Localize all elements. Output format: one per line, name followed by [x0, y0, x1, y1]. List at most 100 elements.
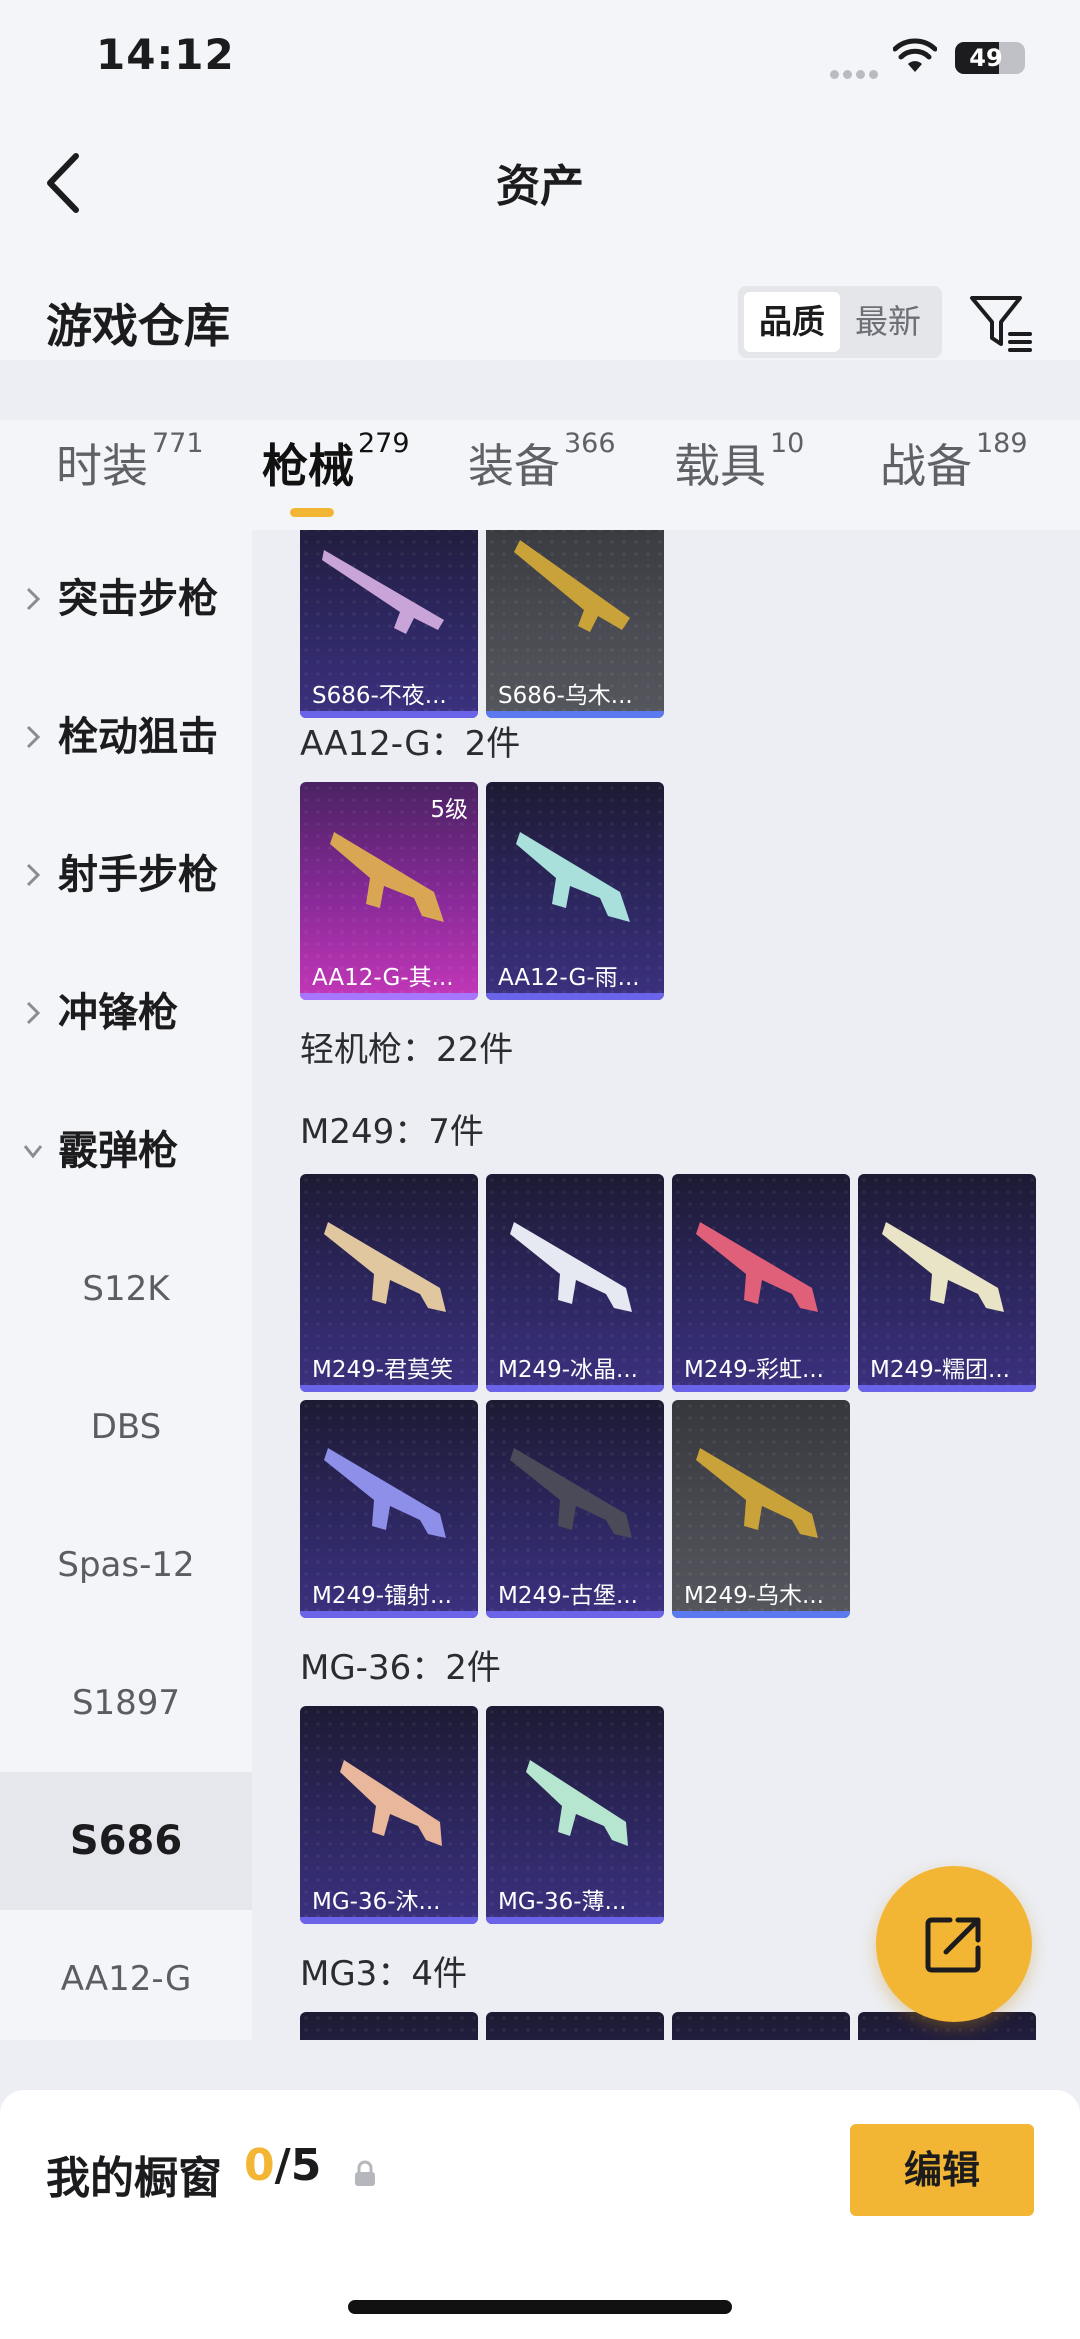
weapon-card[interactable] [486, 2012, 664, 2040]
weapon-card-name: S686-不夜... [312, 683, 447, 709]
home-indicator [348, 2300, 732, 2314]
machine-gun-icon [882, 1222, 1004, 1312]
group-title: MG3：4件 [300, 1954, 467, 1994]
weapon-card-name: M249-乌木... [684, 1583, 824, 1609]
weapon-card-name: M249-君莫笑 [312, 1357, 454, 1383]
machine-gun-icon [696, 1448, 818, 1538]
weapon-card[interactable]: M249-糯团... [858, 1174, 1036, 1392]
weapon-card[interactable]: M249-乌木... [672, 1400, 850, 1618]
shotgun-icon [514, 540, 630, 632]
machine-gun-icon [324, 1448, 446, 1538]
sidebar-item-assault-rifle[interactable]: 突击步枪 [0, 530, 252, 668]
sidebar-subitem-label: S686 [69, 1818, 183, 1864]
sidebar-item-label: 突击步枪 [58, 576, 218, 622]
machine-gun-icon [510, 1222, 632, 1312]
group-title: AA12-G：2件 [300, 724, 521, 764]
showcase-total: /5 [274, 2140, 322, 2191]
sort-newest-button[interactable]: 最新 [840, 292, 936, 352]
sidebar-item-label: 霰弹枪 [58, 1128, 178, 1174]
weapon-card-name: M249-古堡... [498, 1583, 638, 1609]
sort-toggle: 品质 最新 [738, 286, 942, 358]
tab-count: 279 [358, 428, 410, 459]
tab-label: 枪械 [262, 439, 354, 493]
chevron-right-icon [26, 725, 41, 749]
sidebar-item-label: 栓动狙击 [58, 714, 218, 760]
rifle-icon [340, 1760, 442, 1846]
machine-gun-icon [696, 1222, 818, 1312]
sidebar-subitem-aa12-g[interactable]: AA12-G [0, 1910, 252, 2040]
chevron-right-icon [26, 587, 41, 611]
group-title: M249：7件 [300, 1112, 484, 1152]
chevron-down-icon [24, 1145, 42, 1159]
share-button[interactable] [876, 1866, 1032, 2022]
sidebar-subitem-s686[interactable]: S686 [0, 1772, 252, 1910]
sidebar-item-label: 冲锋枪 [58, 990, 178, 1036]
tab-label: 时装 [56, 439, 148, 493]
showcase-title: 我的橱窗 [46, 2153, 222, 2204]
weapon-card[interactable]: S686-不夜... [300, 530, 478, 718]
weapon-card[interactable]: M249-镭射... [300, 1400, 478, 1618]
weapon-card-name: MG-36-沐... [312, 1889, 441, 1915]
weapon-card[interactable]: MG-36-薄... [486, 1706, 664, 1924]
weapon-card[interactable] [672, 2012, 850, 2040]
weapon-card[interactable]: MG-36-沐... [300, 1706, 478, 1924]
group-title: MG-36：2件 [300, 1648, 501, 1688]
group-title: 轻机枪：22件 [300, 1030, 514, 1070]
sidebar-item-bolt-sniper[interactable]: 栓动狙击 [0, 668, 252, 806]
weapon-grid: S686-不夜... S686-乌木... AA12-G：2件 5级 AA12-… [252, 530, 1080, 2040]
weapon-card-name: M249-冰晶... [498, 1357, 638, 1383]
sidebar-subitem-dbs[interactable]: DBS [0, 1358, 252, 1496]
tab-count: 189 [976, 428, 1028, 459]
weapon-card[interactable]: M249-彩虹... [672, 1174, 850, 1392]
sidebar-item-label: 射手步枪 [58, 852, 218, 898]
sidebar-subitem-s12k[interactable]: S12K [0, 1220, 252, 1358]
weapon-card[interactable]: S686-乌木... [486, 530, 664, 718]
sidebar-item-marksman-rifle[interactable]: 射手步枪 [0, 806, 252, 944]
tab-count: 10 [770, 428, 805, 459]
sidebar-subitem-s1897[interactable]: S1897 [0, 1634, 252, 1772]
sidebar-subitem-label: Spas-12 [57, 1545, 195, 1585]
weapon-card[interactable]: M249-君莫笑 [300, 1174, 478, 1392]
category-tabs: 时装 771 枪械 279 装备 366 载具 10 战备 189 [0, 420, 1080, 530]
tab-vehicles[interactable]: 载具 10 [674, 428, 805, 510]
battery-level: 49 [969, 44, 1003, 72]
filter-icon[interactable] [968, 290, 1032, 354]
weapon-type-sidebar: 突击步枪 栓动狙击 射手步枪 冲锋枪 霰弹枪 S12K DBS Spas-12 … [0, 530, 252, 2040]
weapon-card-name: S686-乌木... [498, 683, 633, 709]
machine-gun-icon [510, 1448, 632, 1538]
showcase-bar: 我的橱窗 0/5 编辑 [0, 2090, 1080, 2339]
machine-gun-icon [324, 1222, 446, 1312]
weapon-card-name: MG-36-薄... [498, 1889, 627, 1915]
sort-quality-button[interactable]: 品质 [744, 292, 840, 352]
page-title: 资产 [496, 161, 584, 212]
tab-equipment[interactable]: 装备 366 [468, 428, 616, 510]
header: 资产 游戏仓库 品质 最新 [0, 120, 1080, 360]
sidebar-subitem-label: S1897 [71, 1683, 181, 1723]
tab-supplies[interactable]: 战备 189 [880, 428, 1028, 510]
tab-label: 装备 [468, 439, 560, 493]
sidebar-item-smg[interactable]: 冲锋枪 [0, 944, 252, 1082]
chevron-right-icon [26, 1001, 41, 1025]
tab-label: 载具 [674, 439, 766, 493]
rifle-icon [526, 1760, 628, 1846]
tab-fashion[interactable]: 时装 771 [56, 428, 204, 510]
weapon-card[interactable]: AA12-G-雨... [486, 782, 664, 1000]
weapon-card-name: AA12-G-雨... [498, 965, 640, 991]
sidebar-subitem-spas-12[interactable]: Spas-12 [0, 1496, 252, 1634]
sidebar-item-shotgun[interactable]: 霰弹枪 [0, 1082, 252, 1220]
wifi-icon [893, 38, 937, 72]
status-bar: 14:12 49 [0, 0, 1080, 120]
status-time: 14:12 [96, 30, 235, 79]
sidebar-subitem-label: S12K [82, 1269, 170, 1309]
showcase-count: 0/5 [244, 2140, 321, 2191]
weapon-card[interactable] [300, 2012, 478, 2040]
sidebar-subitem-label: AA12-G [60, 1959, 192, 1999]
weapon-card[interactable]: 5级 AA12-G-其... [300, 782, 478, 1000]
weapon-card[interactable]: M249-冰晶... [486, 1174, 664, 1392]
edit-button[interactable]: 编辑 [850, 2124, 1034, 2216]
weapon-card-name: M249-糯团... [870, 1357, 1010, 1383]
tab-firearms[interactable]: 枪械 279 [262, 428, 410, 510]
section-title: 游戏仓库 [46, 299, 230, 353]
weapon-card-name: M249-彩虹... [684, 1357, 824, 1383]
weapon-card[interactable]: M249-古堡... [486, 1400, 664, 1618]
